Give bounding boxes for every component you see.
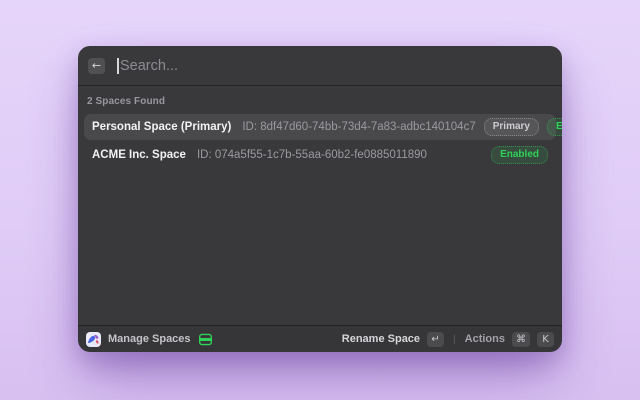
footer-right-actions: Rename Space ↵ | Actions ⌘ K <box>342 332 554 347</box>
space-title: ACME Inc. Space <box>92 149 186 161</box>
spaces-deck-icon <box>198 332 213 347</box>
space-id: ID: 074a5f55-1c7b-55aa-60b2-fe0885011890 <box>197 149 427 161</box>
space-id: ID: 8df47d60-74bb-73d4-7a83-adbc140104c7 <box>242 121 475 133</box>
space-title: Personal Space (Primary) <box>92 121 231 133</box>
browser-app-icon <box>86 332 101 347</box>
list-item-acme-space[interactable]: ACME Inc. Space ID: 074a5f55-1c7b-55aa-6… <box>84 142 556 168</box>
desktop-background: ← 2 Spaces Found Personal Space (Primary… <box>0 0 640 400</box>
footer-action-bar: Manage Spaces Rename Space ↵ | Actions ⌘… <box>78 325 562 352</box>
manage-spaces-label: Manage Spaces <box>108 333 191 345</box>
results-list: 2 Spaces Found Personal Space (Primary) … <box>78 86 562 325</box>
k-key-icon: K <box>537 332 554 347</box>
back-button[interactable]: ← <box>88 58 105 74</box>
list-item-personal-space[interactable]: Personal Space (Primary) ID: 8df47d60-74… <box>84 114 556 140</box>
actions-menu-button[interactable]: Actions <box>465 333 505 345</box>
back-arrow-icon: ← <box>92 59 101 72</box>
return-key-icon: ↵ <box>427 332 444 347</box>
primary-badge: Primary <box>484 118 539 136</box>
results-count-header: 2 Spaces Found <box>78 92 562 114</box>
footer-separator: | <box>451 334 458 345</box>
search-bar: ← <box>78 46 562 86</box>
command-palette-window: ← 2 Spaces Found Personal Space (Primary… <box>78 46 562 352</box>
manage-spaces-button[interactable]: Manage Spaces <box>86 332 213 347</box>
enabled-badge: Enabled <box>491 146 548 164</box>
rename-space-button[interactable]: Rename Space <box>342 333 420 345</box>
search-input-wrap <box>105 46 550 85</box>
command-key-icon: ⌘ <box>512 332 530 347</box>
enabled-badge: Enabled <box>547 118 562 136</box>
text-caret <box>117 58 119 74</box>
search-input[interactable] <box>105 58 550 74</box>
